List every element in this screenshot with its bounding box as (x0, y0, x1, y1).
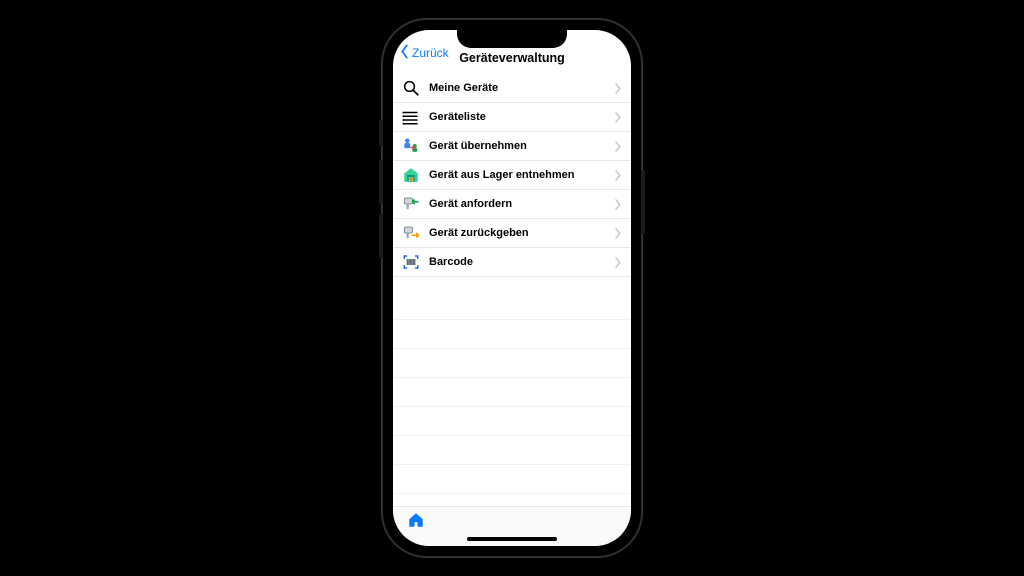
menu-item-take-over[interactable]: Gerät übernehmen (393, 132, 631, 161)
back-label: Zurück (412, 46, 449, 60)
barcode-icon (401, 252, 421, 272)
stage: Zurück Geräteverwaltung Meine Geräte (0, 0, 1024, 576)
menu-item-label: Gerät aus Lager entnehmen (429, 169, 614, 181)
menu-item-barcode[interactable]: Barcode (393, 248, 631, 277)
home-tab-button[interactable] (403, 510, 429, 536)
menu-item-device-list[interactable]: Geräteliste (393, 103, 631, 132)
phone-side-button (379, 214, 383, 258)
list-gap (393, 277, 631, 291)
return-icon (401, 223, 421, 243)
chevron-right-icon (614, 170, 621, 181)
transfer-icon (401, 136, 421, 156)
page-title: Geräteverwaltung (459, 51, 565, 65)
chevron-right-icon (614, 141, 621, 152)
search-icon (401, 78, 421, 98)
menu-item-label: Barcode (429, 256, 614, 268)
menu-item-label: Gerät zurückgeben (429, 227, 614, 239)
menu-item-label: Gerät übernehmen (429, 140, 614, 152)
back-button[interactable]: Zurück (399, 44, 449, 62)
phone-notch (457, 30, 567, 48)
menu-item-label: Geräteliste (429, 111, 614, 123)
request-icon (401, 194, 421, 214)
empty-row (393, 378, 631, 407)
menu-item-label: Meine Geräte (429, 82, 614, 94)
warehouse-icon (401, 165, 421, 185)
chevron-right-icon (614, 112, 621, 123)
empty-row (393, 407, 631, 436)
phone-side-button (379, 160, 383, 204)
empty-row (393, 465, 631, 494)
empty-row (393, 349, 631, 378)
menu-item-my-devices[interactable]: Meine Geräte (393, 74, 631, 103)
phone-frame: Zurück Geräteverwaltung Meine Geräte (383, 20, 641, 556)
chevron-right-icon (614, 257, 621, 268)
empty-row (393, 291, 631, 320)
menu-item-request[interactable]: Gerät anfordern (393, 190, 631, 219)
menu-item-label: Gerät anfordern (429, 198, 614, 210)
empty-row (393, 320, 631, 349)
home-indicator (467, 537, 557, 541)
chevron-right-icon (614, 83, 621, 94)
empty-row (393, 436, 631, 465)
phone-screen: Zurück Geräteverwaltung Meine Geräte (393, 30, 631, 546)
phone-side-button (641, 170, 645, 234)
menu-item-from-warehouse[interactable]: Gerät aus Lager entnehmen (393, 161, 631, 190)
chevron-left-icon (399, 44, 410, 62)
menu-list: Meine Geräte Geräteliste (393, 72, 631, 506)
list-icon (401, 107, 421, 127)
chevron-right-icon (614, 228, 621, 239)
chevron-right-icon (614, 199, 621, 210)
menu-item-return[interactable]: Gerät zurückgeben (393, 219, 631, 248)
home-icon (407, 511, 425, 534)
phone-side-button (379, 120, 383, 146)
